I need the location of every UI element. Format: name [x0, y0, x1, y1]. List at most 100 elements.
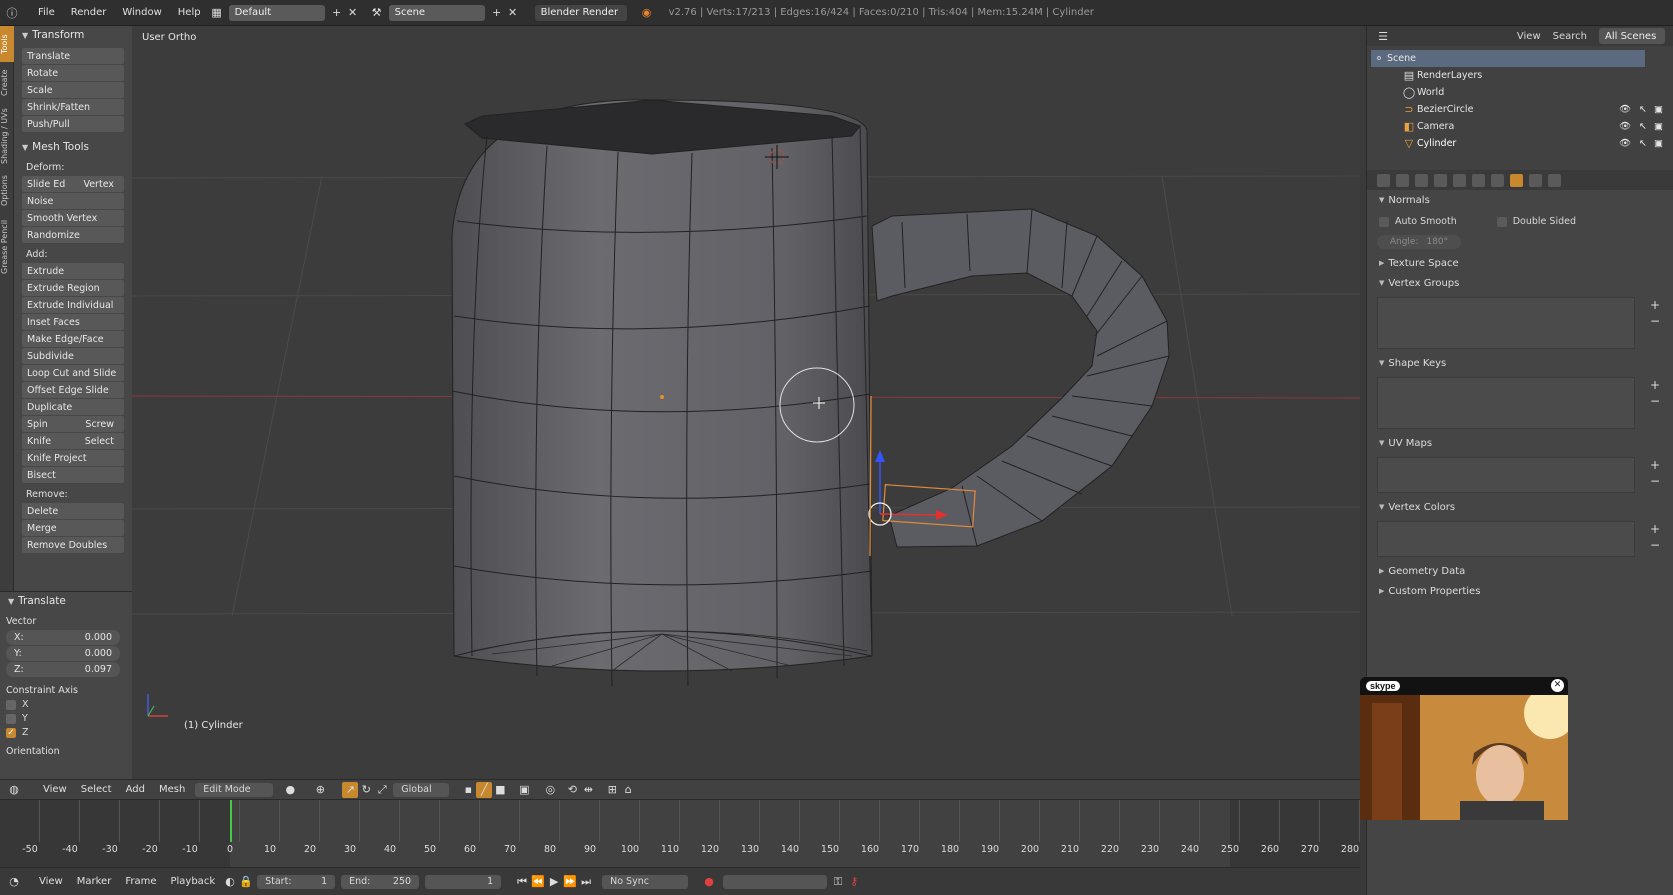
- insert-keyframe-icon[interactable]: ⚿: [830, 874, 846, 890]
- menu-window[interactable]: Window: [114, 7, 169, 18]
- offset-edge-slide-button[interactable]: Offset Edge Slide: [22, 382, 124, 398]
- mesh-tools-panel-header[interactable]: ▼ Mesh Tools: [14, 138, 132, 156]
- current-frame-line[interactable]: [230, 800, 232, 842]
- merge-button[interactable]: Merge: [22, 520, 124, 536]
- outliner-world-row[interactable]: ◯ World: [1367, 84, 1673, 101]
- outliner-camera-row[interactable]: ◧ Camera 👁 ↖ ▣: [1367, 118, 1673, 135]
- render-icon[interactable]: ⌂: [620, 782, 636, 798]
- vector-y-field[interactable]: Y: 0.000: [6, 646, 120, 661]
- vertex-select-icon[interactable]: ▪: [460, 782, 476, 798]
- spin-button[interactable]: Spin: [27, 419, 48, 430]
- outliner-view-menu[interactable]: View: [1517, 31, 1541, 42]
- shape-keys-list[interactable]: + −: [1377, 377, 1660, 429]
- auto-smooth-checkbox[interactable]: Auto Smooth: [1379, 216, 1457, 227]
- randomize-button[interactable]: Randomize: [22, 227, 124, 243]
- noise-button[interactable]: Noise: [22, 193, 124, 209]
- menu-help[interactable]: Help: [170, 7, 209, 18]
- transform-orientation-select[interactable]: Global: [393, 782, 450, 797]
- constraint-x-checkbox[interactable]: X: [6, 699, 126, 710]
- extrude-individual-button[interactable]: Extrude Individual: [22, 297, 124, 313]
- rotate-button[interactable]: Rotate: [22, 65, 124, 81]
- constraints-tab-icon[interactable]: [1472, 173, 1485, 187]
- outliner-cylinder-row[interactable]: ▽ Cylinder 👁 ↖ ▣: [1367, 135, 1673, 152]
- face-select-icon[interactable]: ■: [492, 782, 508, 798]
- make-edge-face-button[interactable]: Make Edge/Face: [22, 331, 124, 347]
- occlude-geometry-icon[interactable]: ▣: [516, 782, 532, 798]
- outliner-search-menu[interactable]: Search: [1553, 31, 1587, 42]
- uv-maps-panel-header[interactable]: ▼ UV Maps: [1367, 433, 1673, 453]
- double-sided-checkbox[interactable]: Double Sided: [1496, 216, 1576, 227]
- knife-select-button[interactable]: Select: [85, 436, 114, 447]
- shrink-fatten-button[interactable]: Shrink/Fatten: [22, 99, 124, 115]
- add-shape-key-icon[interactable]: +: [1650, 378, 1660, 392]
- vertex-groups-list[interactable]: + −: [1377, 297, 1660, 349]
- shape-keys-panel-header[interactable]: ▼ Shape Keys: [1367, 353, 1673, 373]
- duplicate-button[interactable]: Duplicate: [22, 399, 124, 415]
- constraint-z-checkbox[interactable]: ✓ Z: [6, 727, 126, 738]
- mode-select[interactable]: Edit Mode: [195, 782, 274, 797]
- menu-mesh[interactable]: Mesh: [152, 784, 192, 795]
- modifiers-tab-icon[interactable]: [1491, 173, 1504, 187]
- texture-tab-icon[interactable]: [1548, 173, 1561, 187]
- renderable-icon[interactable]: ▣: [1654, 104, 1663, 115]
- normals-panel-header[interactable]: ▼ Normals: [1367, 190, 1673, 210]
- object-tab-icon[interactable]: [1453, 173, 1466, 187]
- manipulator-translate-icon[interactable]: ↗: [342, 781, 359, 798]
- selectable-arrow-icon[interactable]: ↖: [1639, 138, 1647, 149]
- vertex-colors-list[interactable]: + −: [1377, 521, 1660, 557]
- screen-layout-icon[interactable]: ▦: [209, 5, 225, 21]
- render-tab-icon[interactable]: [1377, 173, 1390, 187]
- jump-end-icon[interactable]: ⏭: [578, 874, 594, 890]
- tab-create[interactable]: Create: [0, 66, 14, 100]
- visibility-eye-icon[interactable]: 👁: [1619, 138, 1631, 149]
- manipulator-rotate-icon[interactable]: ↻: [358, 782, 374, 798]
- remove-doubles-button[interactable]: Remove Doubles: [22, 537, 124, 553]
- add-vertex-group-icon[interactable]: +: [1650, 298, 1660, 312]
- mesh-data-tab-icon[interactable]: [1510, 173, 1523, 187]
- close-icon[interactable]: ✕: [1551, 679, 1564, 692]
- current-frame-field[interactable]: 1: [425, 874, 502, 889]
- next-key-icon[interactable]: ⏩: [562, 874, 578, 890]
- checkbox-x[interactable]: [6, 699, 16, 710]
- remove-shape-key-icon[interactable]: −: [1650, 394, 1660, 408]
- 3d-viewport[interactable]: User Ortho (1) Cylinder: [132, 26, 1360, 779]
- timeline-menu-playback[interactable]: Playback: [163, 876, 222, 887]
- pivot-point-icon[interactable]: ⊕: [312, 782, 328, 798]
- knife-button[interactable]: Knife: [27, 436, 51, 447]
- remove-scene-icon[interactable]: ✕: [505, 5, 521, 21]
- remove-vertex-group-icon[interactable]: −: [1650, 314, 1660, 328]
- play-icon[interactable]: ▶: [546, 874, 562, 890]
- checkbox-double-sided[interactable]: [1496, 216, 1507, 227]
- viewport-scene[interactable]: [132, 26, 1360, 779]
- outliner-renderlayers-row[interactable]: ▤ RenderLayers: [1367, 67, 1673, 84]
- angle-field[interactable]: Angle: 180°: [1377, 235, 1461, 249]
- add-uv-map-icon[interactable]: +: [1650, 458, 1660, 472]
- vector-z-field[interactable]: Z: 0.097: [6, 662, 120, 677]
- uv-maps-list[interactable]: + −: [1377, 457, 1660, 493]
- start-frame-field[interactable]: Start: 1: [257, 874, 336, 889]
- scene-tab-icon[interactable]: [1415, 173, 1428, 187]
- timeline-menu-marker[interactable]: Marker: [70, 876, 119, 887]
- world-tab-icon[interactable]: [1434, 173, 1447, 187]
- timeline-menu-view[interactable]: View: [32, 876, 70, 887]
- keying-set-field[interactable]: [723, 874, 828, 889]
- checkmark-icon[interactable]: ✓: [6, 727, 16, 738]
- selectable-arrow-icon[interactable]: ↖: [1639, 104, 1647, 115]
- keying-icon[interactable]: ◐: [222, 874, 238, 890]
- push-pull-button[interactable]: Push/Pull: [22, 116, 124, 132]
- renderable-icon[interactable]: ▣: [1654, 121, 1663, 132]
- tab-grease-pencil[interactable]: Grease Pencil: [0, 214, 14, 280]
- edge-select-icon[interactable]: ╱: [476, 781, 493, 798]
- loop-cut-slide-button[interactable]: Loop Cut and Slide: [22, 365, 124, 381]
- screw-button[interactable]: Screw: [85, 419, 114, 430]
- translate-button[interactable]: Translate: [22, 48, 124, 64]
- vertex-groups-panel-header[interactable]: ▼ Vertex Groups: [1367, 273, 1673, 293]
- lock-icon[interactable]: 🔒: [238, 874, 254, 890]
- smooth-vertex-button[interactable]: Smooth Vertex: [22, 210, 124, 226]
- material-tab-icon[interactable]: [1529, 173, 1542, 187]
- checkbox-auto-smooth[interactable]: [1379, 216, 1389, 227]
- visibility-eye-icon[interactable]: 👁: [1619, 121, 1631, 132]
- scale-button[interactable]: Scale: [22, 82, 124, 98]
- snap-target-icon[interactable]: ⇹: [580, 782, 596, 798]
- add-scene-icon[interactable]: +: [489, 5, 505, 21]
